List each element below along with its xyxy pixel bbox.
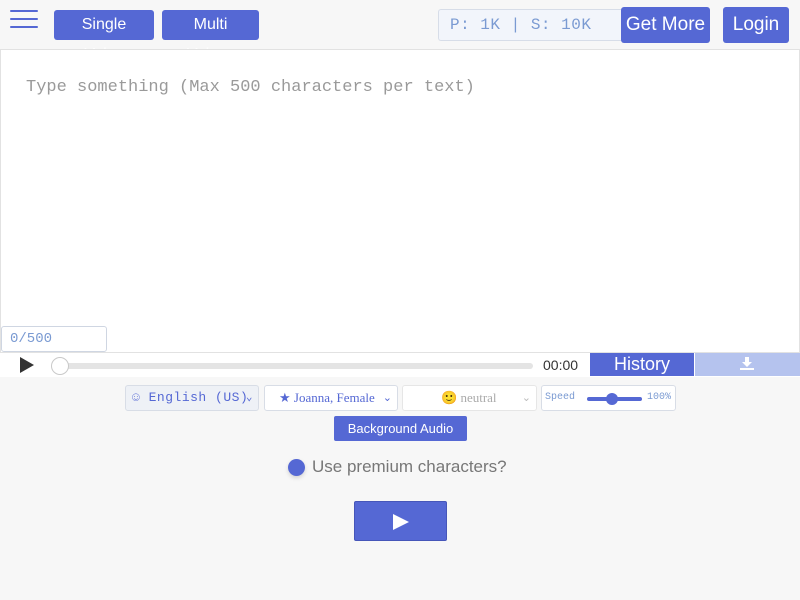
speed-value: 100% (647, 392, 672, 403)
neutral-face-icon: 🙂 (441, 390, 458, 405)
text-editor: 0/500 (0, 49, 800, 353)
progress-thumb[interactable] (51, 357, 69, 375)
hamburger-menu-icon[interactable] (10, 10, 38, 32)
play-icon[interactable] (20, 357, 34, 373)
background-audio-button[interactable]: Background Audio (334, 416, 467, 441)
star-icon: ★ (279, 390, 291, 405)
language-select[interactable]: ☺ English (US) ⌄ (125, 385, 259, 411)
download-button[interactable] (695, 353, 800, 376)
speed-control: Speed 100% (541, 385, 676, 411)
premium-radio[interactable] (288, 459, 305, 476)
speed-label: Speed (545, 392, 576, 403)
history-button[interactable]: History (590, 353, 694, 376)
premium-label: Use premium characters? (312, 457, 507, 476)
voice-value: Joanna, Female (293, 390, 375, 405)
mood-select[interactable]: 🙂 neutral ⌄ (402, 385, 537, 411)
chevron-down-icon: ⌄ (245, 392, 253, 404)
multi-voices-button[interactable]: Multi Voices (162, 10, 259, 63)
get-more-button[interactable]: Get More (621, 7, 710, 43)
speed-slider-thumb[interactable] (606, 393, 618, 405)
login-button[interactable]: Login (723, 7, 789, 43)
character-counter: 0/500 (1, 326, 107, 352)
smiley-icon: ☺ (132, 390, 141, 405)
chevron-down-icon: ⌄ (521, 392, 531, 404)
download-icon (740, 357, 754, 370)
text-input[interactable] (1, 50, 799, 330)
voice-select[interactable]: ★ Joanna, Female ⌄ (264, 385, 398, 411)
audio-player: 00:00 History (0, 353, 800, 377)
credits-display: P: 1K | S: 10K (438, 9, 621, 41)
mood-value: neutral (460, 390, 497, 405)
time-display: 00:00 (543, 357, 579, 373)
single-voice-button[interactable]: Single Voice (54, 10, 154, 63)
progress-track[interactable] (58, 363, 533, 369)
play-icon (393, 514, 409, 530)
language-value: English (US) (148, 390, 249, 405)
chevron-down-icon: ⌄ (382, 392, 392, 404)
generate-play-button[interactable] (354, 501, 447, 541)
